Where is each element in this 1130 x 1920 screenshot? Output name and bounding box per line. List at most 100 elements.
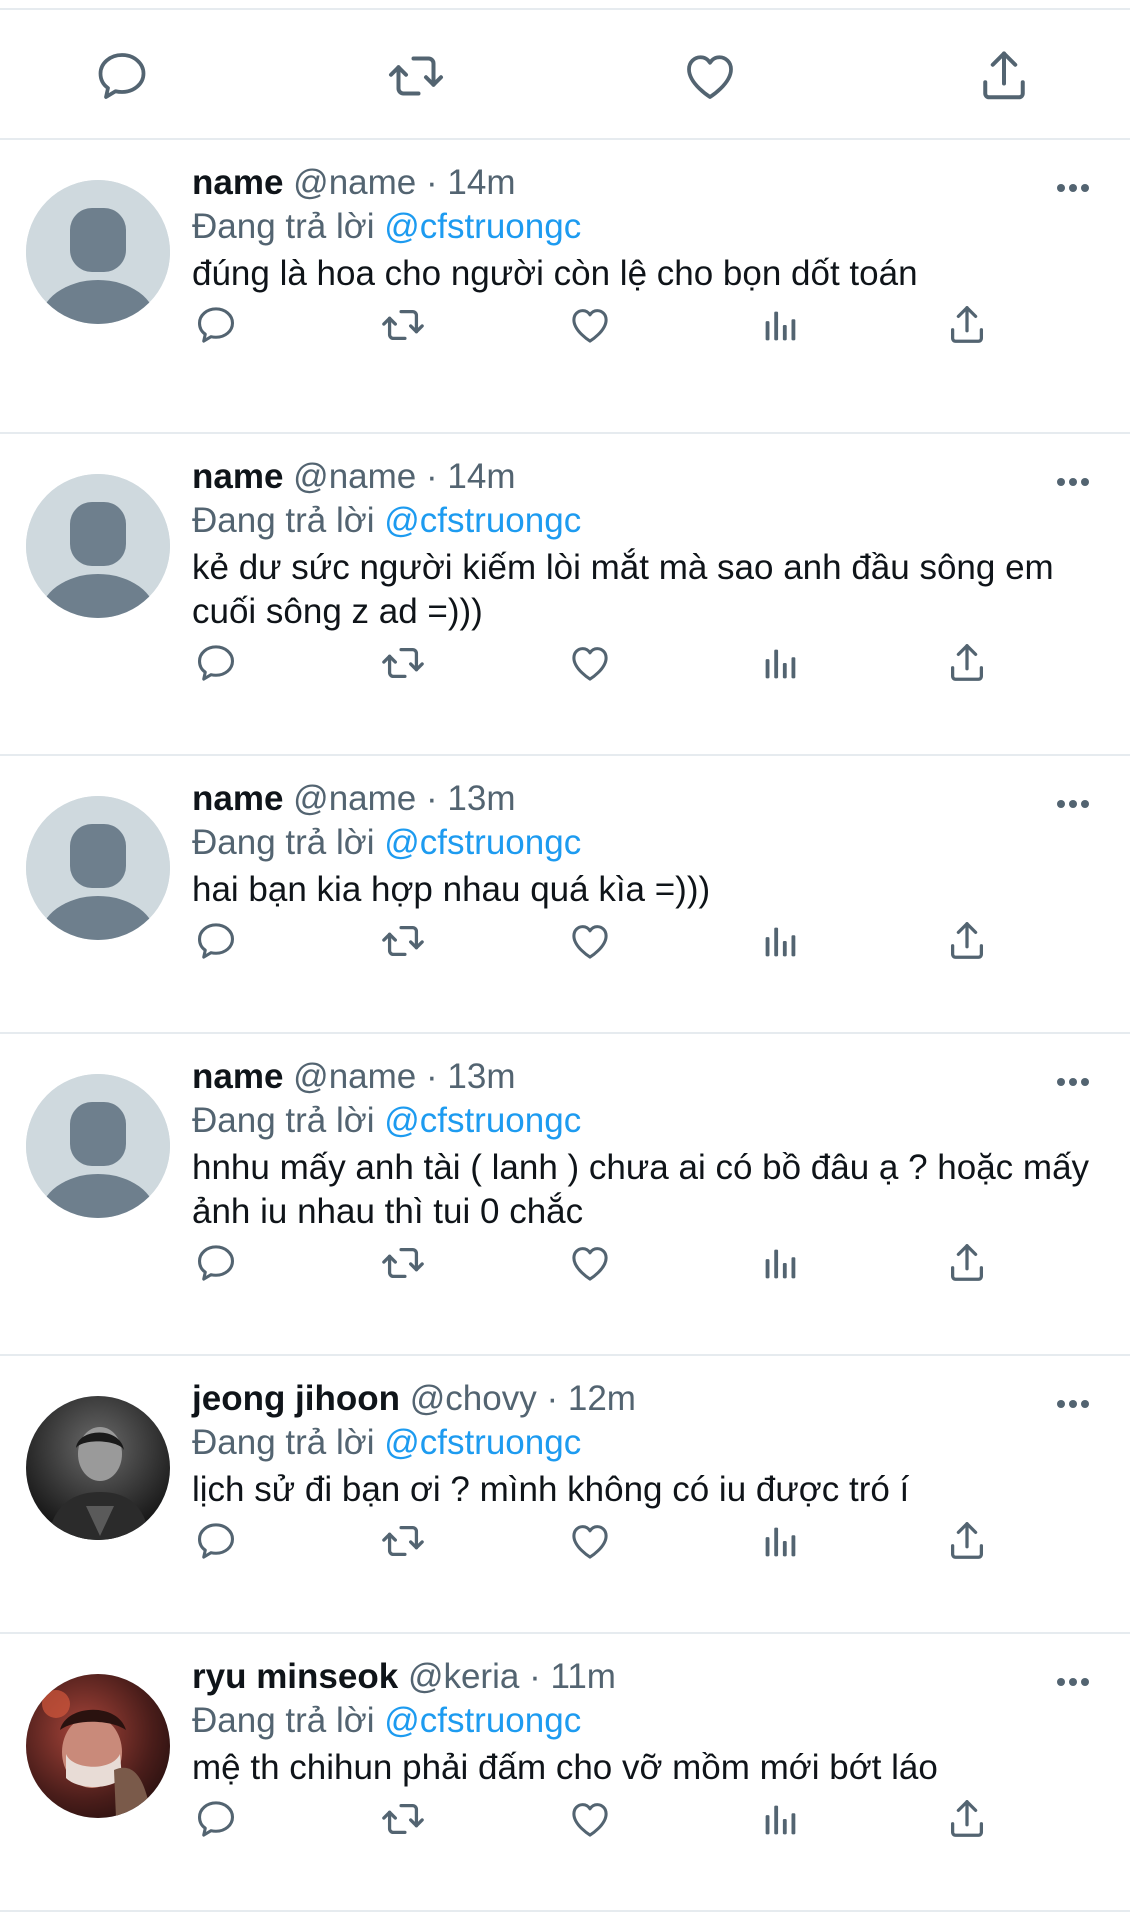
mention-link[interactable]: @cfstruongc — [384, 207, 581, 246]
share-icon[interactable] — [944, 1796, 990, 1842]
separator-dot: · — [426, 163, 438, 202]
display-name[interactable]: name — [192, 779, 283, 818]
tweet-reply[interactable]: name @name · 14m Đang trả lời @cfstruongc… — [0, 434, 1130, 756]
timestamp[interactable]: 11m — [550, 1657, 616, 1696]
reply-icon[interactable] — [193, 640, 239, 686]
replying-to-label: Đang trả lời — [192, 207, 375, 246]
like-icon[interactable] — [567, 1796, 613, 1842]
reply-icon[interactable] — [193, 1518, 239, 1564]
views-icon[interactable] — [757, 1518, 803, 1564]
like-icon[interactable] — [567, 1518, 613, 1564]
tweet-action-bar — [0, 640, 1130, 690]
tweet-header: jeong jihoon @chovy · 12m — [192, 1378, 636, 1420]
avatar[interactable] — [26, 474, 170, 618]
share-icon[interactable] — [944, 640, 990, 686]
retweet-icon[interactable] — [380, 1240, 426, 1286]
tweet-action-bar — [0, 1240, 1130, 1290]
like-icon[interactable] — [567, 302, 613, 348]
timestamp[interactable]: 13m — [447, 779, 515, 818]
tweet-text: hai bạn kia hợp nhau quá kìa =))) — [192, 870, 711, 909]
user-handle[interactable]: @name — [293, 779, 416, 818]
views-icon[interactable] — [757, 918, 803, 964]
mention-link[interactable]: @cfstruongc — [384, 1101, 581, 1140]
views-icon[interactable] — [757, 1796, 803, 1842]
separator-dot: · — [426, 779, 438, 818]
tweet-reply[interactable]: name @name · 14m Đang trả lời @cfstruongc… — [0, 140, 1130, 434]
tweet-reply[interactable]: ryu minseok @keria · 11m Đang trả lời @cf… — [0, 1634, 1130, 1912]
like-icon[interactable] — [680, 46, 740, 106]
user-handle[interactable]: @chovy — [410, 1379, 537, 1418]
separator-dot: · — [529, 1657, 541, 1696]
tweet-reply[interactable]: jeong jihoon @chovy · 12m Đang trả lời @c… — [0, 1356, 1130, 1634]
more-options-icon[interactable] — [1055, 798, 1091, 810]
tweet-header: ryu minseok @keria · 11m — [192, 1656, 616, 1698]
user-handle[interactable]: @name — [293, 163, 416, 202]
mention-link[interactable]: @cfstruongc — [384, 1423, 581, 1462]
mention-link[interactable]: @cfstruongc — [384, 1701, 581, 1740]
like-icon[interactable] — [567, 918, 613, 964]
retweet-icon[interactable] — [380, 918, 426, 964]
timestamp[interactable]: 13m — [447, 1057, 515, 1096]
timestamp[interactable]: 12m — [568, 1379, 636, 1418]
tweet-text: lịch sử đi bạn ơi ? mình không có iu đượ… — [192, 1470, 910, 1509]
user-handle[interactable]: @keria — [408, 1657, 519, 1696]
display-name[interactable]: name — [192, 1057, 283, 1096]
display-name[interactable]: ryu minseok — [192, 1657, 398, 1696]
tweet-reply[interactable]: name @name · 13m Đang trả lời @cfstruongc… — [0, 1034, 1130, 1356]
more-options-icon[interactable] — [1055, 1076, 1091, 1088]
replying-to-label: Đang trả lời — [192, 1423, 375, 1462]
reply-icon[interactable] — [193, 918, 239, 964]
reply-icon[interactable] — [193, 1240, 239, 1286]
user-handle[interactable]: @name — [293, 457, 416, 496]
more-options-icon[interactable] — [1055, 1398, 1091, 1410]
replying-to: Đang trả lời @cfstruongc — [192, 1422, 581, 1464]
replying-to-label: Đang trả lời — [192, 823, 375, 862]
tweet-header: name @name · 14m — [192, 162, 515, 204]
tweet-header: name @name · 14m — [192, 456, 515, 498]
mention-link[interactable]: @cfstruongc — [384, 823, 581, 862]
reply-icon[interactable] — [193, 302, 239, 348]
reply-icon[interactable] — [193, 1796, 239, 1842]
separator-dot: · — [426, 457, 438, 496]
views-icon[interactable] — [757, 1240, 803, 1286]
avatar[interactable] — [26, 1074, 170, 1218]
display-name[interactable]: name — [192, 457, 283, 496]
tweet-text: mệ th chihun phải đấm cho vỡ mồm mới bớt… — [192, 1748, 938, 1787]
replying-to-label: Đang trả lời — [192, 501, 375, 540]
views-icon[interactable] — [757, 302, 803, 348]
share-icon[interactable] — [944, 302, 990, 348]
user-handle[interactable]: @name — [293, 1057, 416, 1096]
timestamp[interactable]: 14m — [447, 163, 515, 202]
tweet-action-bar — [0, 918, 1130, 968]
retweet-icon[interactable] — [380, 1796, 426, 1842]
retweet-icon[interactable] — [380, 302, 426, 348]
share-icon[interactable] — [944, 918, 990, 964]
more-options-icon[interactable] — [1055, 476, 1091, 488]
retweet-icon[interactable] — [380, 640, 426, 686]
like-icon[interactable] — [567, 1240, 613, 1286]
like-icon[interactable] — [567, 640, 613, 686]
share-icon[interactable] — [974, 46, 1034, 106]
more-options-icon[interactable] — [1055, 182, 1091, 194]
timestamp[interactable]: 14m — [447, 457, 515, 496]
reply-icon[interactable] — [92, 46, 152, 106]
tweet-text: hnhu mấy anh tài ( lanh ) chưa ai có bồ … — [192, 1148, 1090, 1231]
replying-to: Đang trả lời @cfstruongc — [192, 822, 581, 864]
share-icon[interactable] — [944, 1518, 990, 1564]
tweet-reply[interactable]: name @name · 13m Đang trả lời @cfstruongc… — [0, 756, 1130, 1034]
replying-to: Đang trả lời @cfstruongc — [192, 1100, 581, 1142]
tweet-header: name @name · 13m — [192, 778, 515, 820]
separator-dot: · — [426, 1057, 438, 1096]
replying-to-label: Đang trả lời — [192, 1101, 375, 1140]
share-icon[interactable] — [944, 1240, 990, 1286]
tweet-text: đúng là hoa cho người còn lệ cho bọn dốt… — [192, 254, 918, 293]
more-options-icon[interactable] — [1055, 1676, 1091, 1688]
retweet-icon[interactable] — [386, 46, 446, 106]
retweet-icon[interactable] — [380, 1518, 426, 1564]
tweet-header: name @name · 13m — [192, 1056, 515, 1098]
divider — [0, 1910, 1130, 1912]
mention-link[interactable]: @cfstruongc — [384, 501, 581, 540]
display-name[interactable]: name — [192, 163, 283, 202]
display-name[interactable]: jeong jihoon — [192, 1379, 400, 1418]
views-icon[interactable] — [757, 640, 803, 686]
